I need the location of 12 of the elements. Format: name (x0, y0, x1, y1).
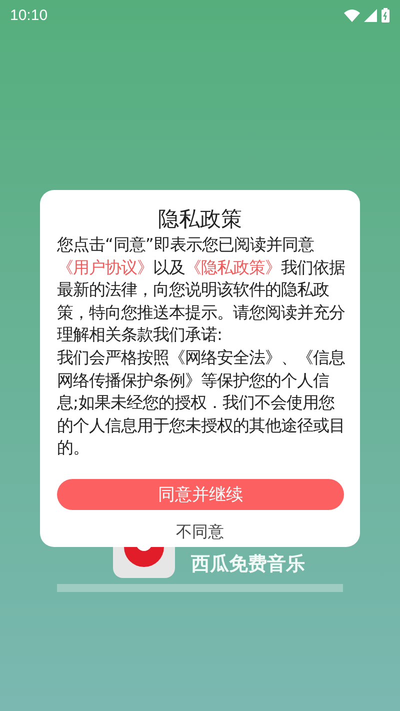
policy-link[interactable]: 《用户协议》 (57, 258, 153, 277)
dialog-text: 您点击“同意”即表示您已阅读并同意 《用户协议》以及《隐私政策》我们依据最新的法律，向您说明该软件的隐私政策，特向您推送本提示。请您阅读并充分理解相关条款我们承诺: (57, 234, 346, 346)
disagree-button[interactable]: 不同意 (168, 518, 232, 547)
dialog-title: 隐私政策 (157, 206, 243, 233)
wifi-icon (344, 8, 360, 22)
battery-icon (381, 8, 390, 22)
agree-button[interactable]: 同意并继续 (57, 478, 344, 510)
status-time: 10:10 (10, 6, 48, 24)
commitment-text: 我们会严格按照《网络安全法》、《信息网络传播保护条例》等保护您的个人信息;如果未经您的授权．我们不会使用您的个人信息用于您未授权的其他途径或目的。 (57, 346, 346, 460)
app-name: 西瓜免费音乐 (191, 552, 305, 577)
policy-link[interactable]: 《隐私政策》 (185, 258, 281, 277)
signal-icon (364, 8, 377, 22)
